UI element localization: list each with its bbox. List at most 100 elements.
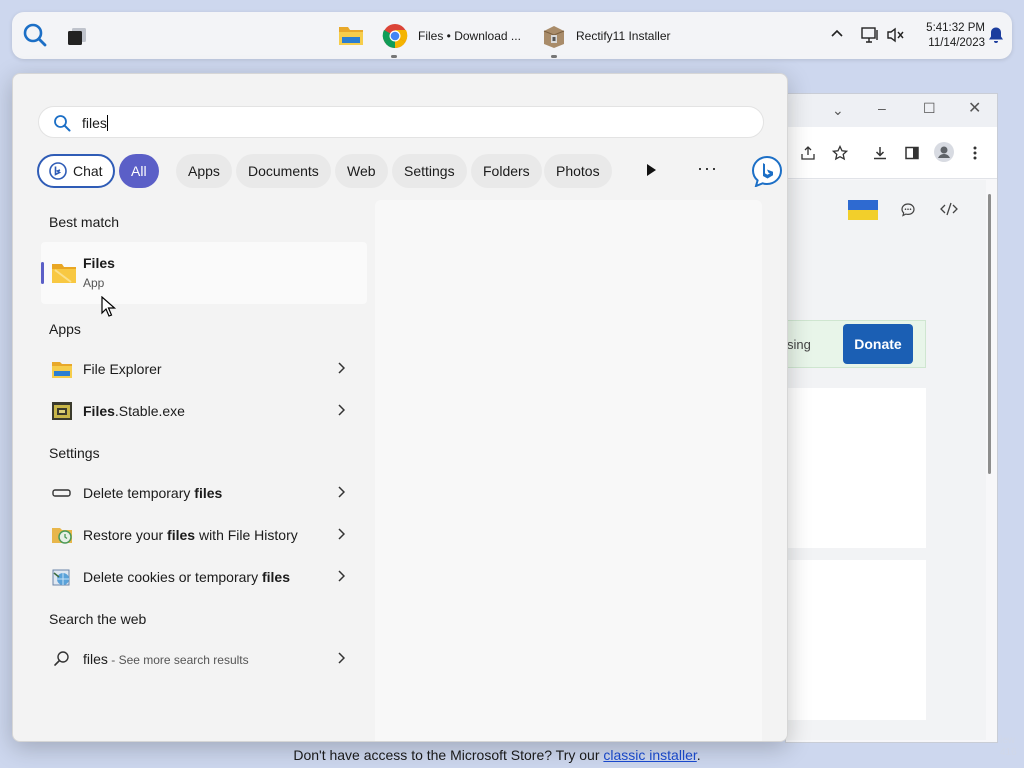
selection-indicator — [41, 262, 44, 284]
best-match-item[interactable]: Files App — [41, 242, 367, 304]
content-card — [786, 388, 926, 548]
filter-folders[interactable]: Folders — [471, 154, 542, 188]
share-icon[interactable] — [800, 145, 816, 161]
result-label: Delete temporary files — [83, 485, 223, 501]
chrome-icon — [382, 24, 408, 48]
result-files-stable-exe[interactable]: Files.Stable.exe — [41, 393, 367, 429]
internet-options-icon — [52, 569, 70, 586]
profile-avatar-icon[interactable] — [934, 142, 954, 162]
installer-package-icon — [543, 26, 565, 48]
volume-status[interactable] — [886, 26, 906, 44]
rectify-window-label: Rectify11 Installer — [576, 29, 671, 43]
banner-text: sing — [787, 337, 811, 352]
task-view-button[interactable] — [66, 26, 88, 46]
taskbar-chrome[interactable]: Files • Download ... — [382, 20, 521, 58]
browser-menu-icon[interactable] — [972, 145, 978, 161]
result-preview-pane — [375, 200, 762, 741]
minimize-icon[interactable]: – — [878, 100, 886, 116]
apps-heading: Apps — [49, 321, 81, 337]
best-match-title: Files — [83, 255, 115, 271]
chevron-right-icon — [338, 486, 345, 498]
filter-all[interactable]: All — [119, 154, 159, 188]
more-options-icon[interactable]: ··· — [697, 158, 718, 179]
filter-settings[interactable]: Settings — [392, 154, 467, 188]
chevron-up-icon — [831, 29, 843, 37]
running-indicator — [391, 55, 397, 58]
chevron-right-icon — [338, 362, 345, 374]
result-label: files - See more search results — [83, 651, 249, 667]
store-notice: Don't have access to the Microsoft Store… — [293, 747, 701, 763]
folder-icon — [339, 27, 363, 45]
clock-time: 5:41:32 PM — [926, 22, 985, 34]
browser-toolbar — [786, 127, 997, 179]
search-flyout: files Chat All Apps Documents Web Settin… — [12, 73, 788, 742]
network-icon — [861, 27, 878, 43]
bing-icon[interactable] — [751, 155, 783, 187]
ukraine-flag-icon — [848, 200, 878, 220]
browser-page-content: sing Donate — [786, 180, 986, 740]
filter-chat[interactable]: Chat — [37, 154, 115, 188]
bing-chat-icon — [49, 162, 67, 180]
task-view-icon — [68, 28, 86, 45]
result-web-search[interactable]: files - See more search results — [41, 641, 367, 677]
best-match-heading: Best match — [49, 214, 120, 230]
browser-window: ⌄ – ☐ ✕ sing Donate — [785, 93, 998, 743]
show-hidden-icons-button[interactable] — [830, 28, 844, 38]
clock[interactable]: 5:41:32 PM 11/14/2023 — [917, 21, 985, 51]
bookmark-star-icon[interactable] — [832, 145, 848, 161]
sponsor-banner: sing Donate — [786, 320, 926, 368]
filter-photos[interactable]: Photos — [544, 154, 612, 188]
filter-apps[interactable]: Apps — [176, 154, 232, 188]
side-panel-icon[interactable] — [904, 145, 920, 161]
chat-bubble-icon[interactable] — [900, 202, 916, 218]
more-filters-play-icon[interactable] — [645, 163, 657, 177]
search-icon — [54, 115, 71, 132]
mouse-cursor-icon — [101, 296, 117, 317]
result-label: Files.Stable.exe — [83, 403, 185, 419]
storage-drive-icon — [52, 489, 71, 497]
donate-button[interactable]: Donate — [843, 324, 913, 364]
folder-icon — [52, 362, 72, 378]
search-icon — [54, 651, 69, 666]
taskbar: Files • Download ... Rectify11 Installer… — [12, 12, 1012, 59]
text-caret — [106, 115, 108, 131]
search-web-heading: Search the web — [49, 611, 147, 627]
search-query-text: files — [82, 115, 108, 131]
taskbar-file-explorer[interactable] — [338, 23, 364, 47]
files-app-icon — [52, 264, 76, 283]
chevron-right-icon — [338, 528, 345, 540]
code-icon[interactable] — [940, 202, 958, 216]
settings-heading: Settings — [49, 445, 100, 461]
network-status[interactable] — [860, 26, 880, 44]
corner-watermark: iew 416 — [1000, 735, 1017, 758]
clock-date: 11/14/2023 — [928, 37, 985, 49]
close-icon[interactable]: ✕ — [968, 98, 981, 118]
tab-search-chevron-icon[interactable]: ⌄ — [832, 102, 844, 119]
result-restore-files-file-history[interactable]: Restore your files with File History — [41, 517, 367, 553]
result-delete-cookies[interactable]: Delete cookies or temporary files — [41, 559, 367, 595]
file-history-icon — [52, 528, 72, 544]
search-input[interactable]: files — [38, 106, 764, 138]
bell-icon — [989, 27, 1003, 43]
filter-web[interactable]: Web — [335, 154, 388, 188]
maximize-icon[interactable]: ☐ — [923, 100, 936, 117]
chevron-right-icon — [338, 570, 345, 582]
result-file-explorer[interactable]: File Explorer — [41, 351, 367, 387]
content-card — [786, 560, 926, 720]
result-label: File Explorer — [83, 361, 162, 377]
chevron-right-icon — [338, 404, 345, 416]
taskbar-search-button[interactable] — [22, 22, 48, 48]
notifications-button[interactable] — [988, 26, 1004, 44]
search-icon — [23, 23, 47, 47]
volume-muted-icon — [887, 27, 904, 43]
classic-installer-link[interactable]: classic installer — [603, 747, 696, 763]
chevron-right-icon — [338, 652, 345, 664]
result-label: Restore your files with File History — [83, 527, 298, 543]
result-delete-temporary-files[interactable]: Delete temporary files — [41, 475, 367, 511]
running-indicator — [551, 55, 557, 58]
taskbar-rectify11[interactable]: Rectify11 Installer — [542, 20, 671, 58]
filter-documents[interactable]: Documents — [236, 154, 331, 188]
download-icon[interactable] — [872, 145, 888, 161]
exe-file-icon — [52, 402, 72, 420]
browser-scrollbar[interactable] — [988, 194, 991, 474]
